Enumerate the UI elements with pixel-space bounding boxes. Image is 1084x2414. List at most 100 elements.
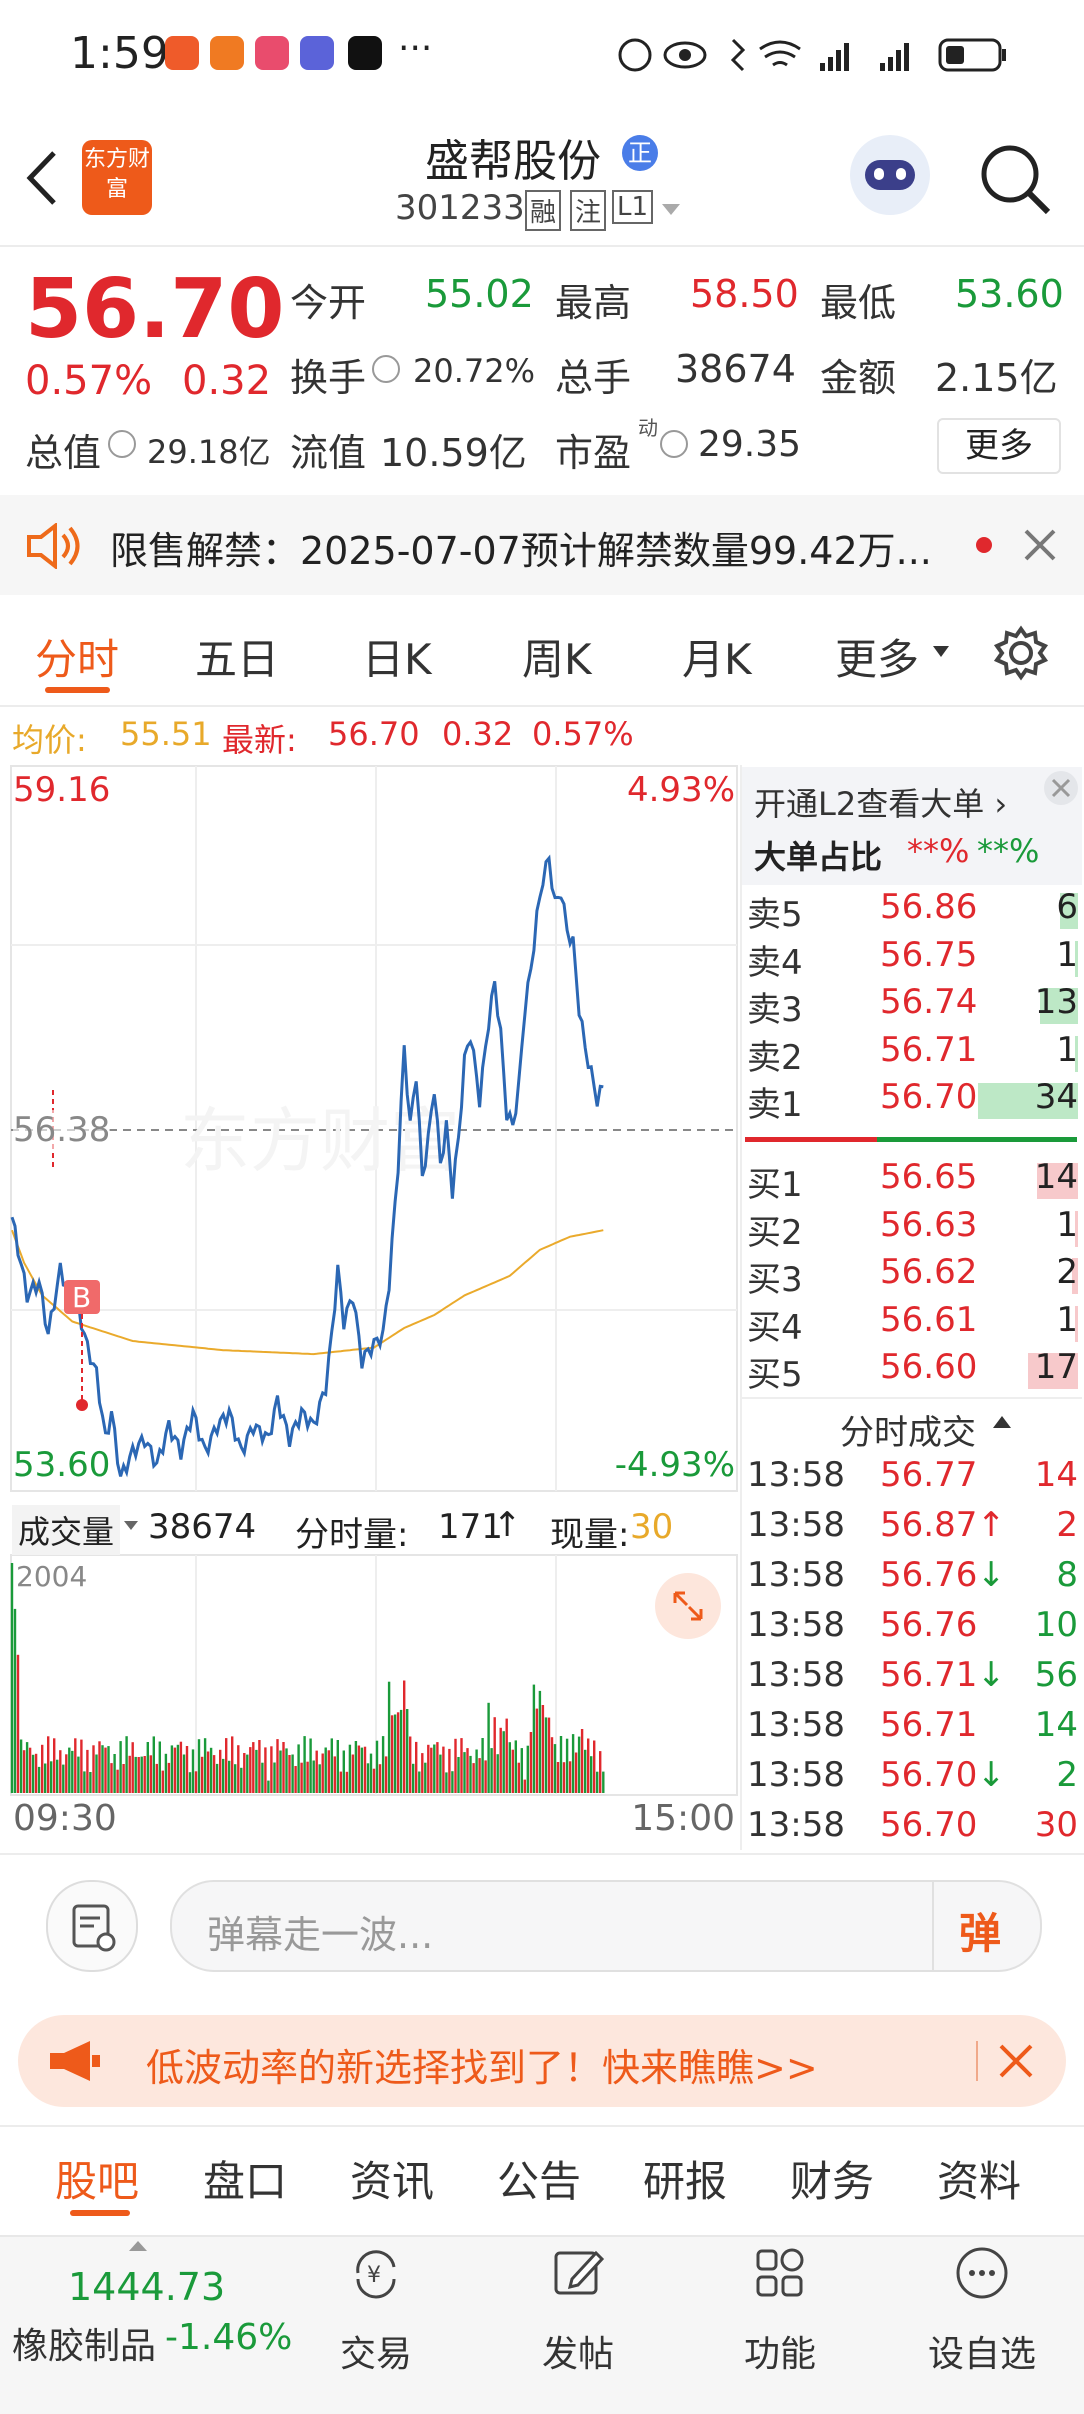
tab-monthly-k[interactable]: 月K xyxy=(682,626,752,687)
tab-daily-k[interactable]: 日K xyxy=(362,626,432,687)
volume-bar xyxy=(538,1690,542,1793)
tab-intraday[interactable]: 分时 xyxy=(35,626,119,687)
close-icon[interactable] xyxy=(1042,769,1080,807)
volume-bar xyxy=(231,1736,234,1793)
ask-row: 卖3 56.74 13 xyxy=(745,982,1080,1030)
volume-bar xyxy=(366,1763,370,1793)
volume-bar xyxy=(86,1749,89,1793)
bid-level: 买5 xyxy=(747,1355,803,1395)
volume-bar xyxy=(228,1760,231,1793)
back-icon[interactable] xyxy=(22,148,62,208)
tab-forum[interactable]: 股吧 xyxy=(55,2148,139,2209)
volume-bar xyxy=(415,1741,418,1793)
robot-assistant-icon[interactable] xyxy=(850,135,930,215)
volume-bar xyxy=(475,1749,478,1793)
volume-bar xyxy=(544,1717,548,1793)
info-icon[interactable] xyxy=(372,355,400,383)
volume-bar xyxy=(442,1746,445,1793)
tab-weekly-k[interactable]: 周K xyxy=(522,626,592,687)
nav-functions[interactable]: 功能 xyxy=(700,2325,860,2377)
ad-banner[interactable]: 低波动率的新选择找到了！快来瞧瞧>> xyxy=(18,2015,1066,2107)
up-arrow-icon: ↑ xyxy=(493,1505,522,1545)
now-volume-label: 现量: xyxy=(550,1515,630,1555)
info-icon[interactable] xyxy=(108,430,136,458)
volume-bar xyxy=(348,1744,352,1793)
volume-bar xyxy=(110,1763,113,1793)
volume-bar xyxy=(252,1742,255,1793)
volume-bar xyxy=(303,1736,306,1793)
trade-volume: 10 xyxy=(1034,1605,1078,1645)
volume-bar xyxy=(481,1738,484,1793)
tab-profile[interactable]: 资料 xyxy=(937,2148,1021,2209)
nav-add-watchlist[interactable]: 设自选 xyxy=(902,2325,1062,2377)
tab-news[interactable]: 资讯 xyxy=(350,2148,434,2209)
volume-bar xyxy=(44,1763,47,1793)
tab-five-day[interactable]: 五日 xyxy=(195,626,279,687)
volume-bar xyxy=(282,1742,285,1793)
trade-volume: 30 xyxy=(1034,1805,1078,1845)
info-icon[interactable] xyxy=(660,430,688,458)
volume-bar xyxy=(19,1739,23,1793)
app-logo[interactable]: 东方财富 xyxy=(82,140,152,215)
l2-promo[interactable]: 开通L2查看大单 › 大单占比 **% **% xyxy=(742,767,1082,885)
ask-row: 卖4 56.75 1 xyxy=(745,935,1080,983)
search-icon[interactable] xyxy=(978,142,1053,217)
nav-post[interactable]: 发帖 xyxy=(498,2325,658,2377)
caret-up-icon[interactable] xyxy=(992,1415,1012,1429)
bid-price: 56.65 xyxy=(880,1157,978,1197)
volume-selector[interactable]: 成交量 xyxy=(12,1505,121,1555)
svg-text:¥: ¥ xyxy=(367,2263,381,2288)
time-start-label: 09:30 xyxy=(13,1798,117,1839)
volume-bar xyxy=(98,1741,101,1793)
sector-index[interactable]: 1444.73 橡胶制品 -1.46% xyxy=(0,2235,292,2412)
level1-tag[interactable]: L1 xyxy=(612,190,654,224)
trade-row: 13:58 56.71 ↓ 56 xyxy=(745,1655,1080,1703)
nav-trade[interactable]: 交易 xyxy=(296,2325,456,2377)
bid-price: 56.62 xyxy=(880,1252,978,1292)
tab-order-book[interactable]: 盘口 xyxy=(203,2148,287,2209)
chevron-down-icon[interactable] xyxy=(932,645,950,659)
volume-bar xyxy=(219,1749,222,1793)
volume-bar xyxy=(191,1749,195,1793)
tab-more[interactable]: 更多 xyxy=(835,626,919,687)
gear-icon[interactable] xyxy=(993,625,1049,681)
tab-research[interactable]: 研报 xyxy=(643,2148,727,2209)
danmu-button[interactable]: 弹 xyxy=(959,1900,1001,1961)
trade-icon[interactable]: ¥ xyxy=(348,2245,404,2301)
close-icon[interactable] xyxy=(1023,528,1057,562)
l2-link[interactable]: 开通L2查看大单 › xyxy=(754,779,1007,825)
float-cap-value: 10.59亿 xyxy=(380,431,527,475)
close-icon[interactable] xyxy=(998,2043,1034,2079)
tab-financials[interactable]: 财务 xyxy=(790,2148,874,2209)
notes-button[interactable] xyxy=(46,1880,138,1972)
volume-bar xyxy=(493,1717,496,1793)
notice-bar[interactable]: 限售解禁：2025-07-07预计解禁数量99.42万... xyxy=(0,495,1084,595)
functions-icon[interactable] xyxy=(752,2245,808,2301)
comment-input[interactable]: 弹幕走一波... 弹 xyxy=(170,1880,1042,1972)
volume-bar xyxy=(300,1762,303,1793)
more-button[interactable]: 更多 xyxy=(937,418,1061,474)
volume-bar xyxy=(396,1712,400,1793)
ask-row: 卖1 56.70 34 xyxy=(745,1077,1080,1125)
trade-row: 13:58 56.76 10 xyxy=(745,1605,1080,1653)
post-icon[interactable] xyxy=(550,2245,606,2301)
ask-level: 卖1 xyxy=(747,1085,803,1125)
trade-time: 13:58 xyxy=(747,1755,845,1795)
trades-title[interactable]: 分时成交 xyxy=(840,1405,976,1454)
volume-bar xyxy=(351,1754,355,1793)
volume-bar xyxy=(427,1744,430,1793)
volume-bar xyxy=(399,1709,403,1793)
latest-label: 最新: xyxy=(222,721,297,759)
volume-bar xyxy=(309,1738,312,1793)
intraday-chart[interactable]: 东方财富 B 59.16 4.93% 56.38 53.60 -4.93% 成交… xyxy=(10,765,738,1850)
volume-bar xyxy=(107,1746,110,1793)
volume-bar xyxy=(279,1750,282,1793)
volume-bar xyxy=(31,1754,35,1793)
caret-up-icon xyxy=(129,2241,147,2251)
chevron-down-icon[interactable] xyxy=(660,202,682,218)
volume-bar xyxy=(599,1751,602,1793)
chevron-down-icon[interactable] xyxy=(123,1520,139,1532)
more-icon[interactable] xyxy=(954,2245,1010,2301)
expand-button[interactable] xyxy=(655,1573,721,1639)
tab-announcements[interactable]: 公告 xyxy=(497,2148,581,2209)
